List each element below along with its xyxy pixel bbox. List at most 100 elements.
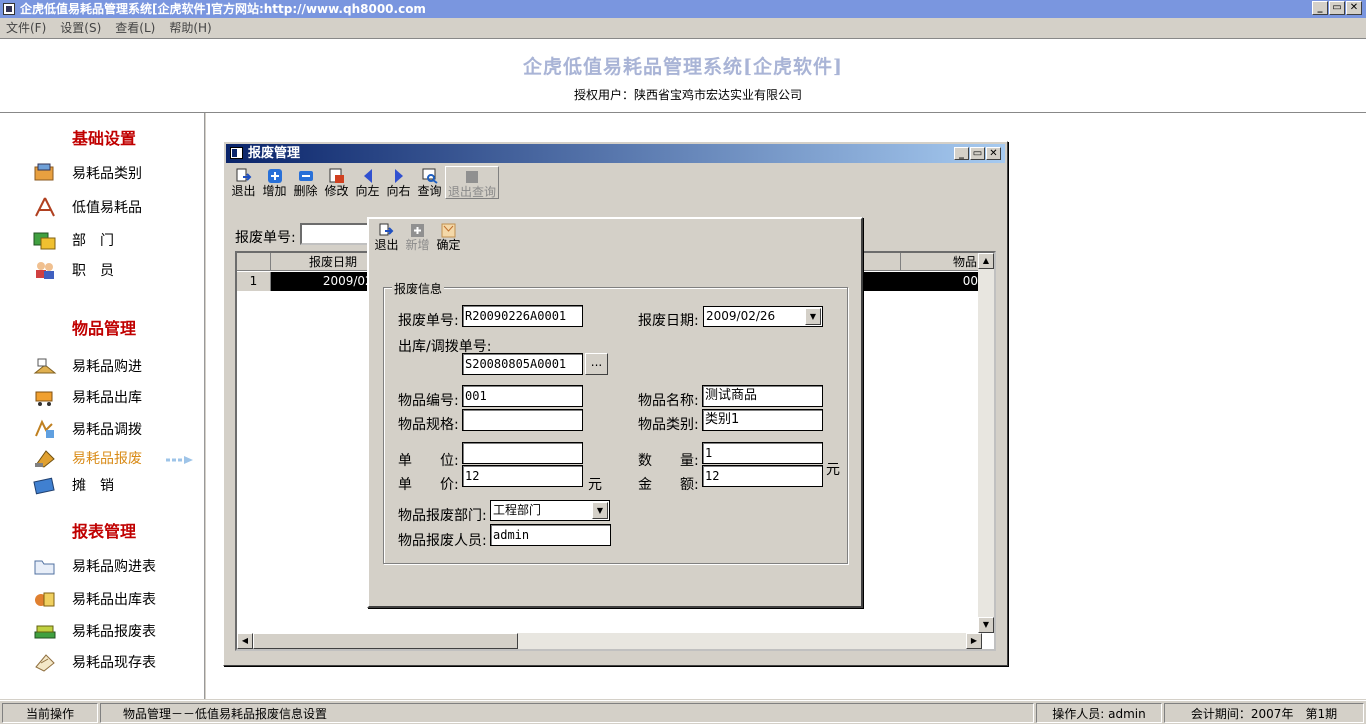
unit-field[interactable] [462, 442, 583, 464]
price-field[interactable]: 12 [462, 465, 583, 487]
plus-icon [267, 168, 283, 184]
arrow-right-icon [391, 168, 407, 184]
active-arrow-icon [166, 456, 193, 464]
scrap-icon [32, 447, 58, 469]
item-code-field[interactable]: 001 [462, 385, 583, 407]
menu-help[interactable]: 帮助(H) [169, 18, 211, 38]
scroll-up-icon[interactable]: ▲ [978, 253, 994, 269]
scrap-detail-dialog: 退出 新增 确定 报废信息 报废单号: R20090226A0001 报废日期:… [367, 217, 863, 608]
menu-settings[interactable]: 设置(S) [60, 18, 101, 38]
search-label: 报废单号: [235, 230, 296, 246]
prev-button[interactable]: 向左 [352, 166, 383, 199]
plus-icon [410, 223, 425, 238]
period-text: 会计期间：2007年 第1期 [1164, 703, 1364, 723]
scroll-down-icon[interactable]: ▼ [978, 617, 994, 633]
scroll-left-icon[interactable]: ◀ [237, 633, 253, 649]
browse-button[interactable]: ... [585, 353, 608, 375]
menu-file[interactable]: 文件(F) [6, 18, 46, 38]
amount-label: 金 额: [638, 477, 699, 493]
mdi-title-bar: 报废管理 _ ▭ ✕ [226, 144, 1005, 163]
mdi-close-button[interactable]: ✕ [986, 147, 1001, 160]
scroll-thumb[interactable] [253, 633, 518, 649]
app-header: 企虎低值易耗品管理系统[企虎软件] 授权用户：陕西省宝鸡市宏达实业有限公司 [0, 38, 1366, 113]
price-label: 单 价: [398, 477, 459, 493]
section-item-management: 物品管理 [72, 319, 137, 338]
exit-icon [236, 168, 252, 184]
sidebar-item-stock-report[interactable]: 易耗品现存表 [32, 650, 156, 674]
out-no-field[interactable]: S20080805A0001 [462, 353, 583, 375]
dialog-exit-button[interactable]: 退出 [371, 221, 402, 254]
window-controls: _ ▭ ✕ [1312, 1, 1362, 15]
mdi-maximize-button[interactable]: ▭ [970, 147, 985, 160]
scrap-no-label: 报废单号: [398, 313, 459, 329]
close-button[interactable]: ✕ [1346, 1, 1362, 15]
dept-select[interactable]: 工程部门 ▼ [490, 500, 610, 521]
sidebar-item-scrap-report[interactable]: 易耗品报废表 [32, 619, 156, 643]
report-shapes-icon [32, 588, 58, 610]
report-folder-icon [32, 555, 58, 577]
chevron-down-icon[interactable]: ▼ [592, 502, 608, 519]
sidebar-item-department[interactable]: 部 门 [32, 228, 114, 252]
dialog-new-button[interactable]: 新增 [402, 221, 433, 254]
sidebar-item-label: 易耗品调拨 [72, 422, 142, 438]
edit-button[interactable]: 修改 [321, 166, 352, 199]
exit-query-button[interactable]: 退出查询 [445, 166, 499, 199]
sidebar-item-scrap[interactable]: 易耗品报废 [32, 446, 142, 470]
sidebar-item-purchase[interactable]: 易耗品购进 [32, 354, 142, 378]
minimize-button[interactable]: _ [1312, 1, 1328, 15]
users-icon [32, 259, 58, 281]
sidebar-item-label: 易耗品类别 [72, 166, 142, 182]
sidebar-item-amortize[interactable]: 摊 销 [32, 473, 114, 497]
item-name-field[interactable]: 测试商品 [702, 385, 823, 407]
item-name-label: 物品名称: [638, 393, 699, 409]
dialog-confirm-button[interactable]: 确定 [433, 221, 464, 254]
category-icon [32, 162, 58, 184]
section-reports: 报表管理 [72, 522, 137, 541]
category-field[interactable]: 类别1 [702, 409, 823, 431]
mdi-minimize-button[interactable]: _ [954, 147, 969, 160]
menu-view[interactable]: 查看(L) [115, 18, 155, 38]
licensee-text: 授权用户：陕西省宝鸡市宏达实业有限公司 [573, 88, 802, 102]
delete-button[interactable]: 删除 [290, 166, 321, 199]
scrap-no-field[interactable]: R20090226A0001 [462, 305, 583, 327]
sidebar-item-label: 职 员 [72, 263, 114, 279]
sidebar-item-outbound-report[interactable]: 易耗品出库表 [32, 587, 156, 611]
grid-header-item[interactable]: 物品 [901, 253, 982, 271]
sidebar-item-transfer[interactable]: 易耗品调拨 [32, 417, 142, 441]
price-unit: 元 [588, 477, 602, 493]
amortize-icon [32, 474, 58, 496]
query-button[interactable]: 查询 [414, 166, 445, 199]
add-button[interactable]: 增加 [259, 166, 290, 199]
exit-icon [379, 223, 394, 238]
scrap-date-select[interactable]: 2009/02/26 ▼ [703, 306, 823, 327]
restore-button[interactable]: ▭ [1329, 1, 1345, 15]
qty-label: 数 量: [638, 453, 699, 469]
sidebar-item-consumables[interactable]: 低值易耗品 [32, 195, 142, 219]
amount-unit: 元 [826, 462, 840, 478]
transfer-icon [32, 418, 58, 440]
sidebar-item-outbound[interactable]: 易耗品出库 [32, 385, 142, 409]
next-button[interactable]: 向右 [383, 166, 414, 199]
app-icon [3, 3, 15, 15]
scrap-date-value: 2009/02/26 [706, 309, 776, 323]
sidebar-item-staff[interactable]: 职 员 [32, 258, 114, 282]
spec-field[interactable] [462, 409, 583, 431]
grid-horizontal-scrollbar[interactable]: ◀ ▶ [237, 633, 982, 649]
sidebar-item-purchase-report[interactable]: 易耗品购进表 [32, 554, 156, 578]
exit-query-icon [464, 169, 480, 185]
person-field[interactable]: admin [490, 524, 611, 546]
scroll-right-icon[interactable]: ▶ [966, 633, 982, 649]
section-basic-settings: 基础设置 [72, 129, 137, 148]
amount-field[interactable]: 12 [702, 465, 823, 487]
sidebar-item-label: 部 门 [72, 233, 114, 249]
sidebar-item-label: 易耗品购进表 [72, 559, 156, 575]
chevron-down-icon[interactable]: ▼ [805, 308, 821, 325]
category-label: 物品类别: [638, 417, 699, 433]
exit-button[interactable]: 退出 [228, 166, 259, 199]
qty-field[interactable]: 1 [702, 442, 823, 464]
grid-vertical-scrollbar[interactable]: ▲ ▼ [978, 253, 994, 633]
report-doc-icon [32, 651, 58, 673]
search-input[interactable] [300, 223, 370, 245]
sidebar-item-category[interactable]: 易耗品类别 [32, 161, 142, 185]
group-title: 报废信息 [392, 280, 445, 297]
